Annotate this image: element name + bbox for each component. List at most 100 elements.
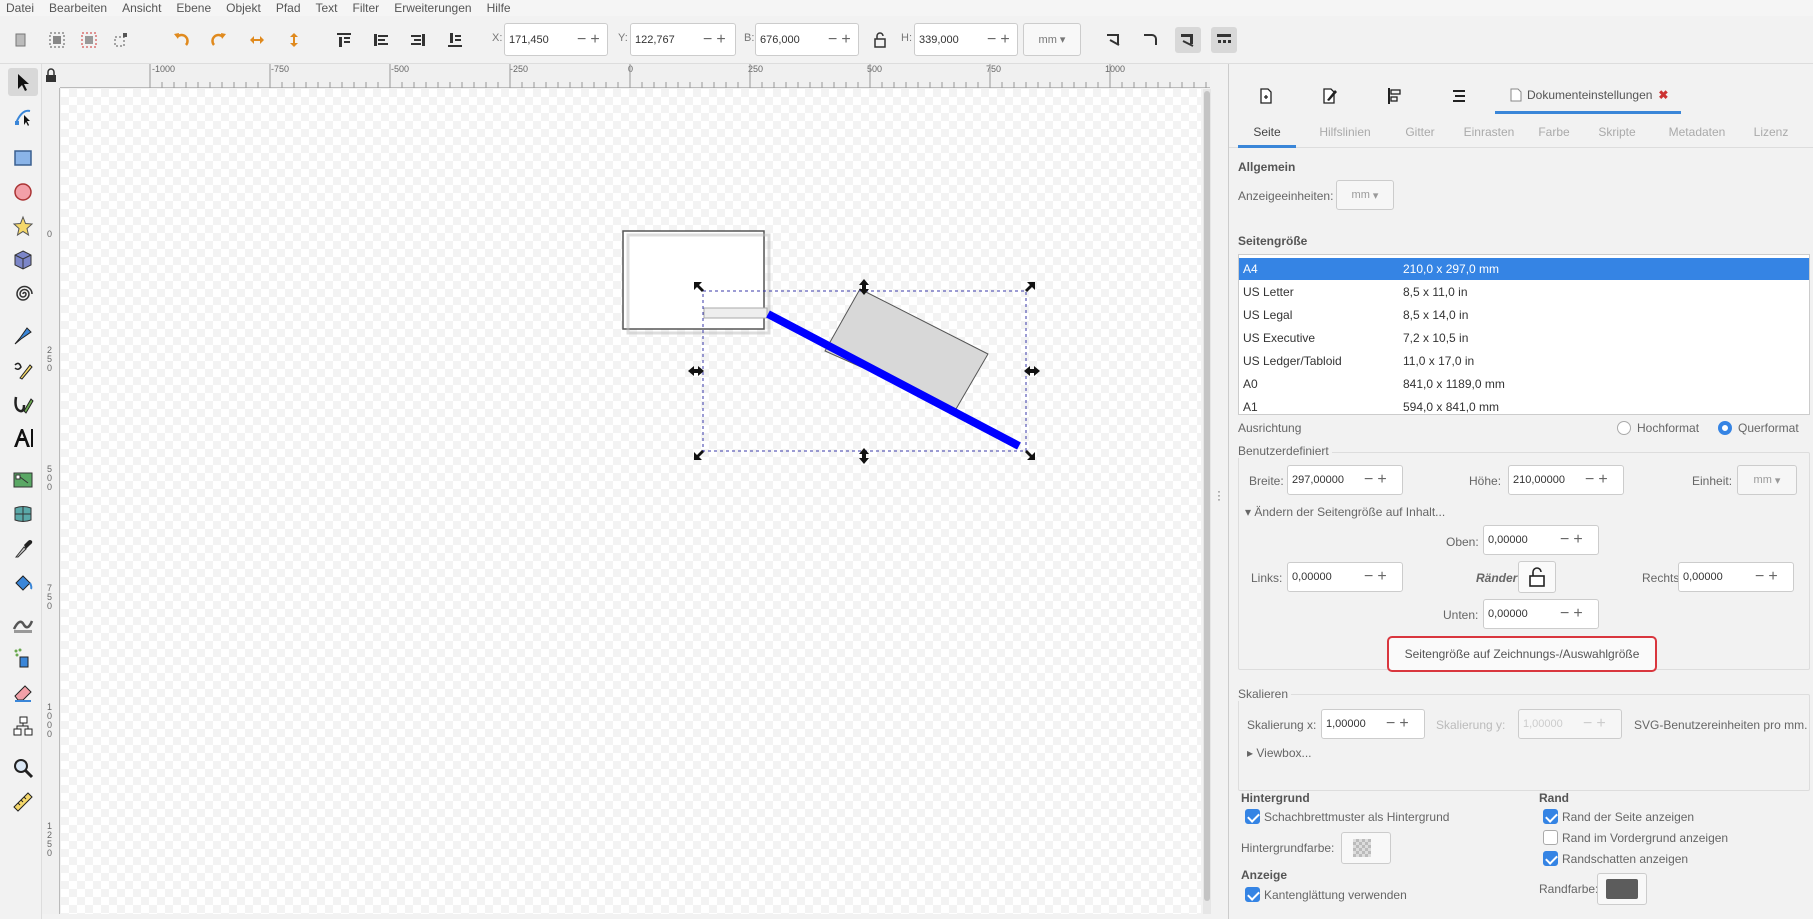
border-shadow-label[interactable]: Randschatten anzeigen xyxy=(1562,852,1688,866)
selector-tool[interactable] xyxy=(8,68,38,96)
menu-hilfe[interactable]: Hilfe xyxy=(487,0,511,16)
raise-button[interactable] xyxy=(368,27,394,53)
tab-align-distribute[interactable] xyxy=(1364,78,1424,114)
background-color-button[interactable] xyxy=(1341,832,1391,864)
select-all-layers-button[interactable] xyxy=(44,27,70,53)
vertical-scrollbar[interactable] xyxy=(1203,89,1211,914)
measure-tool[interactable] xyxy=(8,788,38,816)
portrait-radio[interactable] xyxy=(1617,421,1631,435)
paint-bucket-tool[interactable] xyxy=(8,568,38,596)
star-tool[interactable] xyxy=(8,212,38,240)
border-on-top-label[interactable]: Rand im Vordergrund anzeigen xyxy=(1562,831,1728,845)
plus-icon[interactable]: + xyxy=(1000,31,1009,48)
portrait-label[interactable]: Hochformat xyxy=(1637,421,1699,435)
scale-corners-toggle[interactable] xyxy=(1138,27,1164,53)
resize-handle-sw[interactable] xyxy=(694,450,704,460)
menu-bearbeiten[interactable]: Bearbeiten xyxy=(49,0,107,16)
tab-seite[interactable]: Seite xyxy=(1238,116,1296,148)
flip-horizontal-button[interactable] xyxy=(244,27,270,53)
border-shadow-checkbox[interactable] xyxy=(1543,851,1558,866)
plus-icon[interactable]: + xyxy=(841,31,850,48)
dropper-tool[interactable] xyxy=(8,534,38,562)
list-item[interactable]: US Legal 8,5 x 14,0 in xyxy=(1239,304,1809,326)
plus-icon[interactable]: + xyxy=(1598,472,1607,488)
list-item[interactable]: US Executive 7,2 x 10,5 in xyxy=(1239,327,1809,349)
menu-objekt[interactable]: Objekt xyxy=(226,0,261,16)
minus-icon[interactable]: − xyxy=(1560,532,1569,548)
checkerboard-checkbox[interactable] xyxy=(1245,809,1260,824)
menu-pfad[interactable]: Pfad xyxy=(276,0,301,16)
minus-icon[interactable]: − xyxy=(1755,569,1764,585)
connector-tool[interactable] xyxy=(8,712,38,740)
y-field[interactable]: −+ xyxy=(630,23,736,56)
3d-box-tool[interactable] xyxy=(8,246,38,274)
checkerboard-label[interactable]: Schachbrettmuster als Hintergrund xyxy=(1264,810,1449,824)
scale-stroke-toggle[interactable] xyxy=(1101,27,1127,53)
lock-margins-button[interactable] xyxy=(1518,561,1556,593)
page-width-value[interactable]: 297,00000 xyxy=(1288,474,1362,486)
antialias-checkbox[interactable] xyxy=(1245,887,1260,902)
menu-erweiterungen[interactable]: Erweiterungen xyxy=(394,0,471,16)
height-input[interactable] xyxy=(915,33,985,46)
page-width-field[interactable]: 297,00000− + xyxy=(1287,465,1403,495)
flip-vertical-button[interactable] xyxy=(281,27,307,53)
lower-button[interactable] xyxy=(405,27,431,53)
right-margin-value[interactable]: 0,00000 xyxy=(1679,571,1753,583)
top-margin-value[interactable]: 0,00000 xyxy=(1484,534,1558,546)
left-margin-value[interactable]: 0,00000 xyxy=(1288,571,1362,583)
tab-document-properties[interactable]: Dokumenteinstellungen ✖ xyxy=(1495,78,1681,114)
top-margin-field[interactable]: 0,00000− + xyxy=(1483,525,1599,555)
pencil-tool[interactable] xyxy=(8,356,38,384)
page-size-list[interactable]: A4 210,0 x 297,0 mm US Letter 8,5 x 11,0 i… xyxy=(1238,254,1810,415)
plus-icon[interactable]: + xyxy=(1377,569,1386,585)
menu-datei[interactable]: Datei xyxy=(6,0,34,16)
lock-proportions-button[interactable] xyxy=(867,27,893,53)
resize-handle-ne[interactable] xyxy=(1025,282,1035,292)
minus-icon[interactable]: − xyxy=(1585,472,1594,488)
left-margin-field[interactable]: 0,00000− + xyxy=(1287,562,1403,592)
page-height-value[interactable]: 210,00000 xyxy=(1509,474,1583,486)
node-tool[interactable] xyxy=(8,102,38,130)
menu-text[interactable]: Text xyxy=(316,0,338,16)
width-input[interactable] xyxy=(756,33,826,46)
menu-ansicht[interactable]: Ansicht xyxy=(122,0,161,16)
move-patterns-toggle[interactable] xyxy=(1211,27,1237,53)
minus-icon[interactable]: − xyxy=(1386,716,1395,732)
calligraphy-tool[interactable] xyxy=(8,390,38,418)
tab-layers[interactable] xyxy=(1429,78,1489,114)
resize-handle-w[interactable] xyxy=(688,366,704,376)
y-input[interactable] xyxy=(631,33,701,46)
scale-x-value[interactable]: 1,00000 xyxy=(1322,718,1384,730)
minus-icon[interactable]: − xyxy=(703,31,712,48)
plus-icon[interactable]: + xyxy=(1573,532,1582,548)
rectangle-tool[interactable] xyxy=(8,144,38,172)
mesh-tool[interactable] xyxy=(8,500,38,528)
spiral-tool[interactable] xyxy=(8,280,38,308)
show-border-label[interactable]: Rand der Seite anzeigen xyxy=(1562,810,1694,824)
text-tool[interactable] xyxy=(8,424,38,452)
ellipse-tool[interactable] xyxy=(8,178,38,206)
plus-icon[interactable]: + xyxy=(590,31,599,48)
rotate-ccw-button[interactable] xyxy=(168,27,194,53)
bottom-margin-value[interactable]: 0,00000 xyxy=(1484,608,1558,620)
resize-handle-se[interactable] xyxy=(1025,450,1035,460)
spray-tool[interactable] xyxy=(8,644,38,672)
right-margin-field[interactable]: 0,00000− + xyxy=(1678,562,1794,592)
resize-handle-s[interactable] xyxy=(859,448,869,464)
tab-hilfslinien[interactable]: Hilfslinien xyxy=(1303,116,1387,148)
plus-icon[interactable]: + xyxy=(1768,569,1777,585)
deselect-button[interactable] xyxy=(108,27,134,53)
minus-icon[interactable]: − xyxy=(828,31,837,48)
scrollbar-thumb[interactable] xyxy=(1204,91,1210,901)
plus-icon[interactable]: + xyxy=(1399,716,1408,732)
viewbox-expander[interactable]: ▸ Viewbox... xyxy=(1247,746,1312,760)
plus-icon[interactable]: + xyxy=(1377,472,1386,488)
lower-to-bottom-button[interactable] xyxy=(442,27,468,53)
height-field[interactable]: −+ xyxy=(914,23,1018,56)
tweak-tool[interactable] xyxy=(8,610,38,638)
list-item[interactable]: US Ledger/Tabloid 11,0 x 17,0 in xyxy=(1239,350,1809,372)
panel-splitter[interactable]: · · · xyxy=(1212,64,1228,919)
list-item[interactable]: A0 841,0 x 1189,0 mm xyxy=(1239,373,1809,395)
eraser-tool[interactable] xyxy=(8,678,38,706)
invert-selection-button[interactable] xyxy=(76,27,102,53)
